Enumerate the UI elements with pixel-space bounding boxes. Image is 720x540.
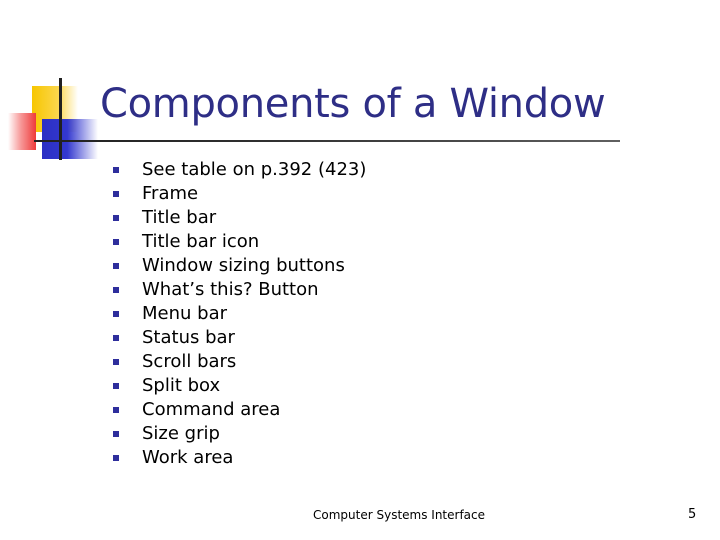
list-item-text: Title bar icon [142,230,260,252]
list-item: Title bar icon [113,229,366,253]
list-item: Menu bar [113,301,366,325]
list-item-text: Command area [142,398,281,420]
square-bullet-icon [113,407,119,413]
square-bullet-icon [113,287,119,293]
list-item-text: Window sizing buttons [142,254,345,276]
list-item-text: What’s this? Button [142,278,319,300]
slide: Components of a Window See table on p.39… [0,0,720,540]
slide-title: Components of a Window [100,81,606,127]
list-item: Status bar [113,325,366,349]
square-bullet-icon [113,455,119,461]
page-number: 5 [688,507,697,522]
list-item: Title bar [113,205,366,229]
list-item: Work area [113,445,366,469]
square-bullet-icon [113,431,119,437]
square-bullet-icon [113,335,119,341]
list-item-text: Title bar [142,206,217,228]
list-item-text: Status bar [142,326,235,348]
title-underline-divider [34,140,620,142]
square-bullet-icon [113,239,119,245]
square-bullet-icon [113,191,119,197]
square-bullet-icon [113,167,119,173]
square-bullet-icon [113,263,119,269]
square-bullet-icon [113,383,119,389]
list-item: Split box [113,373,366,397]
list-item: See table on p.392 (423) [113,157,366,181]
square-bullet-icon [113,359,119,365]
square-bullet-icon [113,215,119,221]
list-item: Scroll bars [113,349,366,373]
list-item: Size grip [113,421,366,445]
footer-text: Computer Systems Interface [313,508,486,522]
square-bullet-icon [113,311,119,317]
list-item: Window sizing buttons [113,253,366,277]
decorative-red-square [8,113,36,150]
list-item: What’s this? Button [113,277,366,301]
list-item-text: Menu bar [142,302,227,324]
list-item-text: Size grip [142,422,220,444]
decorative-blue-square [42,119,98,159]
list-item-text: Work area [142,446,234,468]
list-item-text: See table on p.392 (423) [142,158,367,180]
list-item-text: Scroll bars [142,350,237,372]
list-item-text: Split box [142,374,221,396]
list-item: Frame [113,181,366,205]
bullet-list: See table on p.392 (423) Frame Title bar… [113,157,366,469]
list-item-text: Frame [142,182,199,204]
list-item: Command area [113,397,366,421]
decorative-vertical-line [59,78,62,160]
